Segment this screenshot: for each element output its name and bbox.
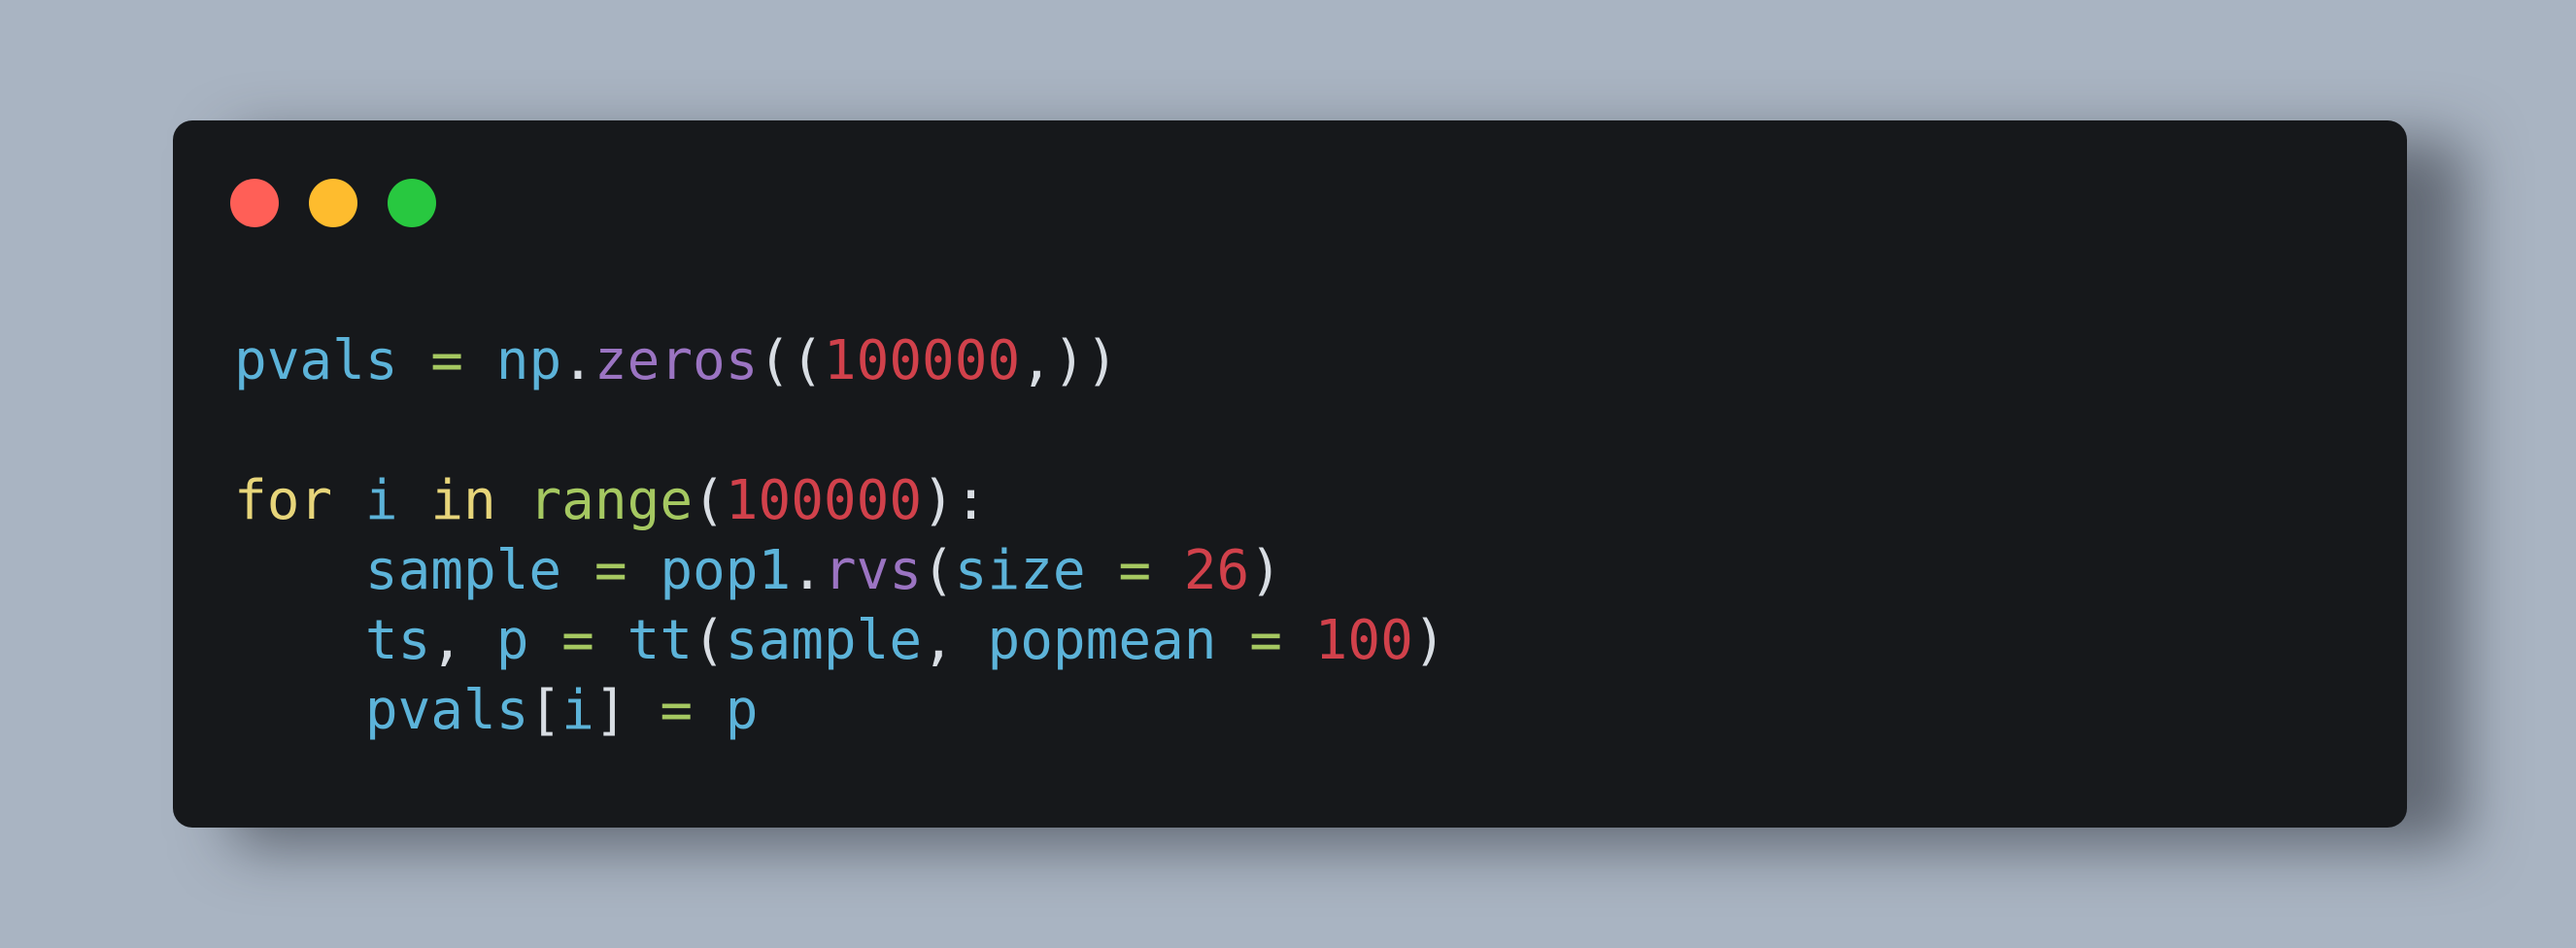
code-token: np: [495, 329, 562, 392]
code-token: =: [1249, 609, 1282, 672]
code-token: ,: [922, 609, 988, 672]
code-token: for: [234, 469, 333, 532]
window-controls: [230, 179, 436, 227]
code-token: ((: [758, 329, 824, 392]
code-token: (: [922, 539, 955, 602]
code-line: ts, p = tt(sample, popmean = 100): [234, 606, 1446, 676]
minimize-window-icon[interactable]: [309, 179, 357, 227]
code-token: .: [791, 539, 824, 602]
code-line: pvals[i] = p: [234, 676, 1446, 746]
code-token: (: [693, 469, 726, 532]
page-backdrop: pvals = np.zeros((100000,)) for i in rang…: [0, 0, 2576, 948]
code-token: sample: [725, 609, 923, 672]
code-block: pvals = np.zeros((100000,)) for i in rang…: [234, 326, 1446, 746]
code-token: tt: [627, 609, 694, 672]
code-token: pvals: [364, 679, 529, 742]
code-line: for i in range(100000):: [234, 466, 1446, 536]
code-token: rvs: [823, 539, 923, 602]
code-window: pvals = np.zeros((100000,)) for i in rang…: [173, 120, 2407, 828]
code-token: ): [1249, 539, 1282, 602]
code-token: p: [495, 609, 529, 672]
code-token: =: [660, 679, 694, 742]
maximize-window-icon[interactable]: [388, 179, 436, 227]
code-token: =: [593, 539, 627, 602]
code-token: in: [430, 469, 496, 532]
code-token: .: [561, 329, 594, 392]
code-token: 100: [1314, 609, 1413, 672]
code-token: =: [1118, 539, 1152, 602]
code-token: ,: [430, 609, 496, 672]
code-token: =: [561, 609, 594, 672]
code-token: =: [430, 329, 464, 392]
code-line: sample = pop1.rvs(size = 26): [234, 536, 1446, 606]
code-token: i: [561, 679, 594, 742]
code-token: i: [364, 469, 398, 532]
code-token: size: [954, 539, 1086, 602]
code-token: 100000: [725, 469, 923, 532]
code-token: pop1: [660, 539, 792, 602]
code-token: [: [528, 679, 562, 742]
close-window-icon[interactable]: [230, 179, 279, 227]
code-token: (: [693, 609, 726, 672]
code-token: ,)): [1020, 329, 1119, 392]
code-token: range: [528, 469, 694, 532]
code-line: pvals = np.zeros((100000,)): [234, 326, 1446, 396]
code-token: pvals: [234, 329, 398, 392]
code-token: ]: [593, 679, 627, 742]
code-token: ):: [922, 469, 988, 532]
code-token: 26: [1183, 539, 1250, 602]
code-token: zeros: [593, 329, 759, 392]
code-token: 100000: [823, 329, 1021, 392]
code-token: sample: [364, 539, 562, 602]
code-token: ts: [364, 609, 431, 672]
code-token: popmean: [987, 609, 1217, 672]
code-token: p: [725, 679, 759, 742]
code-token: ): [1412, 609, 1446, 672]
